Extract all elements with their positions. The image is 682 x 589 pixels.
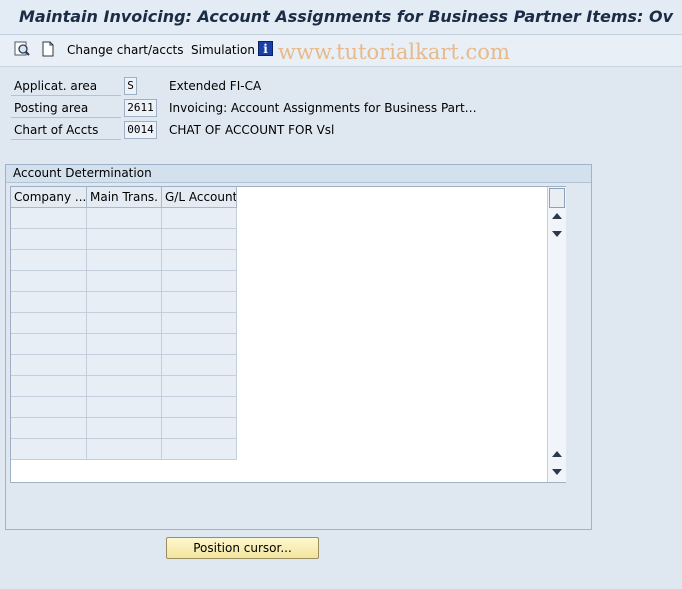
posting-area-description: Invoicing: Account Assignments for Busin…: [169, 101, 477, 115]
applicat-area-label: Applicat. area: [11, 77, 121, 96]
table-cell-company[interactable]: [11, 334, 87, 355]
table-cell-company[interactable]: [11, 439, 87, 460]
table-cell-main-trans[interactable]: [87, 376, 162, 397]
table-cell-gl-account[interactable]: [162, 355, 237, 376]
account-determination-title: Account Determination: [6, 165, 591, 183]
change-chart-accts-button[interactable]: Change chart/accts: [67, 43, 184, 57]
title-bar: Maintain Invoicing: Account Assignments …: [0, 0, 682, 35]
table-cell-company[interactable]: [11, 250, 87, 271]
table-cell-main-trans[interactable]: [87, 271, 162, 292]
applicat-area-field[interactable]: S: [124, 77, 137, 95]
table-cell-main-trans[interactable]: [87, 313, 162, 334]
table-cell-company[interactable]: [11, 292, 87, 313]
vertical-scrollbar[interactable]: [547, 187, 566, 482]
table-cell-gl-account[interactable]: [162, 292, 237, 313]
table-cell-main-trans[interactable]: [87, 418, 162, 439]
table-cell-gl-account[interactable]: [162, 250, 237, 271]
table-cell-gl-account[interactable]: [162, 313, 237, 334]
table-cell-gl-account[interactable]: [162, 439, 237, 460]
table-cell-company[interactable]: [11, 313, 87, 334]
table-cell-gl-account[interactable]: [162, 397, 237, 418]
table-cell-company[interactable]: [11, 376, 87, 397]
watermark-text: www.tutorialkart.com: [278, 40, 510, 64]
table-cell-gl-account[interactable]: [162, 271, 237, 292]
table-cell-gl-account[interactable]: [162, 418, 237, 439]
display-change-icon[interactable]: [14, 41, 30, 57]
table-cell-company[interactable]: [11, 208, 87, 229]
column-header-gl-account[interactable]: G/L Account: [162, 187, 237, 208]
posting-area-field[interactable]: 2611: [124, 99, 157, 117]
table-cell-main-trans[interactable]: [87, 397, 162, 418]
table-cell-company[interactable]: [11, 397, 87, 418]
table-cell-gl-account[interactable]: [162, 376, 237, 397]
table-cell-company[interactable]: [11, 271, 87, 292]
new-document-icon[interactable]: [40, 41, 56, 57]
scroll-down-bottom-icon[interactable]: [552, 469, 562, 475]
table-cell-main-trans[interactable]: [87, 355, 162, 376]
scrollbar-thumb[interactable]: [549, 188, 565, 208]
info-icon[interactable]: i: [258, 41, 273, 56]
chart-of-accts-field[interactable]: 0014: [124, 121, 157, 139]
table-cell-main-trans[interactable]: [87, 439, 162, 460]
table-cell-main-trans[interactable]: [87, 292, 162, 313]
chart-of-accts-description: CHAT OF ACCOUNT FOR Vsl: [169, 123, 335, 137]
table-cell-main-trans[interactable]: [87, 208, 162, 229]
table-cell-main-trans[interactable]: [87, 334, 162, 355]
table-cell-company[interactable]: [11, 418, 87, 439]
column-header-company[interactable]: Company ...: [11, 187, 87, 208]
chart-of-accts-label: Chart of Accts: [11, 121, 121, 140]
table-cell-gl-account[interactable]: [162, 334, 237, 355]
table-cell-company[interactable]: [11, 355, 87, 376]
scroll-up-icon[interactable]: [552, 213, 562, 219]
table-cell-main-trans[interactable]: [87, 229, 162, 250]
account-determination-table: Company ... Main Trans. G/L Account: [10, 186, 566, 483]
table-cell-company[interactable]: [11, 229, 87, 250]
posting-area-label: Posting area: [11, 99, 121, 118]
table-cell-gl-account[interactable]: [162, 229, 237, 250]
scroll-up-bottom-icon[interactable]: [552, 451, 562, 457]
scroll-down-icon[interactable]: [552, 231, 562, 237]
window-title: Maintain Invoicing: Account Assignments …: [19, 7, 674, 26]
position-cursor-button[interactable]: Position cursor...: [166, 537, 319, 559]
table-cell-gl-account[interactable]: [162, 208, 237, 229]
simulation-button[interactable]: Simulation: [191, 43, 255, 57]
column-header-main-trans[interactable]: Main Trans.: [87, 187, 162, 208]
applicat-area-description: Extended FI-CA: [169, 79, 262, 93]
table-cell-main-trans[interactable]: [87, 250, 162, 271]
